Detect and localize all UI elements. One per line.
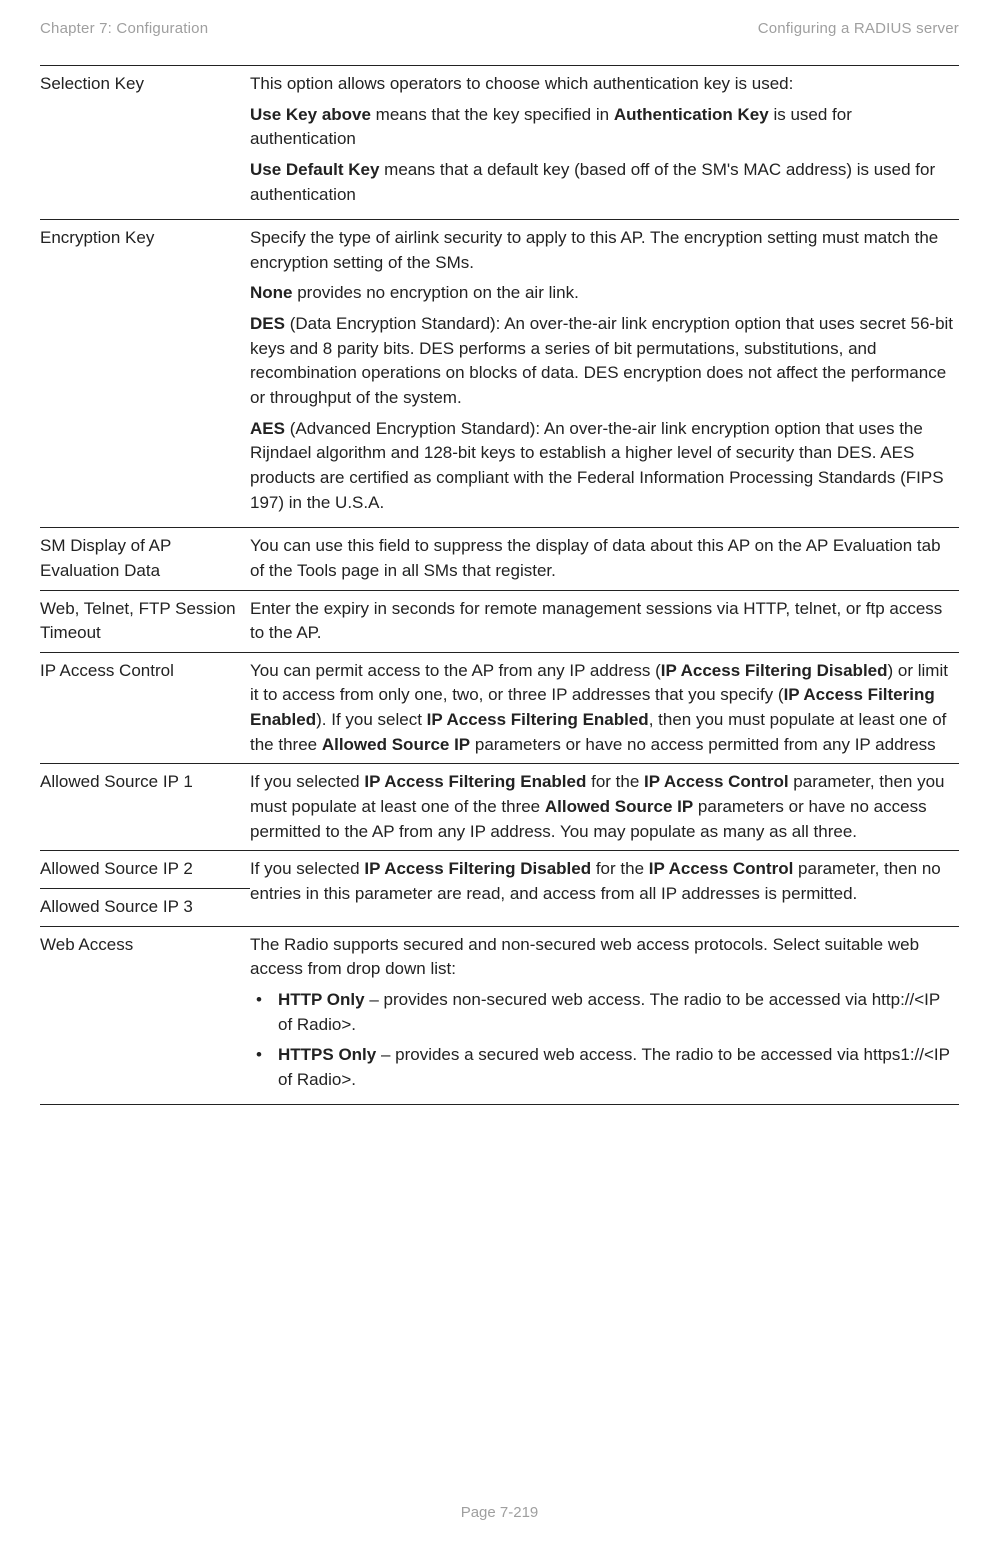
page-footer: Page 7-219 [0,1504,999,1521]
label-allowed-2: Allowed Source IP 2 [40,851,250,889]
header-right: Configuring a RADIUS server [758,20,959,37]
list-item: HTTP Only – provides non-secured web acc… [250,988,955,1037]
bold: Allowed Source IP [545,797,693,816]
text: (Advanced Encryption Standard): An over-… [250,419,944,512]
text: The Radio supports secured and non-secur… [250,933,955,982]
text: If you selected [250,772,364,791]
desc-session-timeout: Enter the expiry in seconds for remote m… [250,590,959,652]
bold: Use Default Key [250,160,379,179]
attributes-table: Selection Key This option allows operato… [40,65,959,1105]
bold: AES [250,419,285,438]
text: Use Default Key means that a default key… [250,158,955,207]
label-sm-display: SM Display of AP Evaluation Data [40,528,250,590]
page-header: Chapter 7: Configuration Configuring a R… [40,20,959,37]
bold: IP Access Filtering Enabled [427,710,649,729]
bold: DES [250,314,285,333]
label-selection-key: Selection Key [40,66,250,220]
row-web-access: Web Access The Radio supports secured an… [40,926,959,1105]
desc-allowed-2-3: If you selected IP Access Filtering Disa… [250,851,959,926]
row-encryption-key: Encryption Key Specify the type of airli… [40,220,959,528]
bold: IP Access Control [649,859,794,878]
text: ). If you select [316,710,427,729]
list-item: HTTPS Only – provides a secured web acce… [250,1043,955,1092]
desc-encryption-key: Specify the type of airlink security to … [250,220,959,528]
desc-sm-display: You can use this field to suppress the d… [250,528,959,590]
desc-web-access: The Radio supports secured and non-secur… [250,926,959,1105]
desc-allowed-1: If you selected IP Access Filtering Enab… [250,764,959,851]
text: – provides a secured web access. The rad… [278,1045,950,1089]
text: You can permit access to the AP from any… [250,661,661,680]
text: If you selected [250,859,364,878]
bold: IP Access Filtering Disabled [661,661,888,680]
label-web-access: Web Access [40,926,250,1105]
bullet-list: HTTP Only – provides non-secured web acc… [250,988,955,1093]
label-ip-access: IP Access Control [40,652,250,764]
label-allowed-3: Allowed Source IP 3 [40,888,250,926]
text: (Data Encryption Standard): An over-the-… [250,314,953,407]
bold: IP Access Control [644,772,789,791]
row-sm-display: SM Display of AP Evaluation Data You can… [40,528,959,590]
text: DES (Data Encryption Standard): An over-… [250,312,955,411]
row-ip-access: IP Access Control You can permit access … [40,652,959,764]
text: for the [586,772,644,791]
bold: Use Key above [250,105,371,124]
row-session-timeout: Web, Telnet, FTP Session Timeout Enter t… [40,590,959,652]
bold: IP Access Filtering Enabled [364,772,586,791]
label-encryption-key: Encryption Key [40,220,250,528]
row-allowed-1: Allowed Source IP 1 If you selected IP A… [40,764,959,851]
text: provides no encryption on the air link. [293,283,579,302]
bold: IP Access Filtering Disabled [364,859,591,878]
text: None provides no encryption on the air l… [250,281,955,306]
bold: Authentication Key [614,105,769,124]
bold: None [250,283,293,302]
bold: Allowed Source IP [322,735,470,754]
header-left: Chapter 7: Configuration [40,20,208,37]
desc-selection-key: This option allows operators to choose w… [250,66,959,220]
bold: HTTP Only [278,990,365,1009]
text: Use Key above means that the key specifi… [250,103,955,152]
label-session-timeout: Web, Telnet, FTP Session Timeout [40,590,250,652]
label-allowed-1: Allowed Source IP 1 [40,764,250,851]
text: for the [591,859,649,878]
text: – provides non-secured web access. The r… [278,990,940,1034]
row-selection-key: Selection Key This option allows operato… [40,66,959,220]
text: Specify the type of airlink security to … [250,226,955,275]
text: parameters or have no access permitted f… [470,735,936,754]
desc-ip-access: You can permit access to the AP from any… [250,652,959,764]
bold: HTTPS Only [278,1045,376,1064]
row-allowed-2: Allowed Source IP 2 If you selected IP A… [40,851,959,889]
text: AES (Advanced Encryption Standard): An o… [250,417,955,516]
text: means that the key specified in [371,105,614,124]
text: This option allows operators to choose w… [250,72,955,97]
